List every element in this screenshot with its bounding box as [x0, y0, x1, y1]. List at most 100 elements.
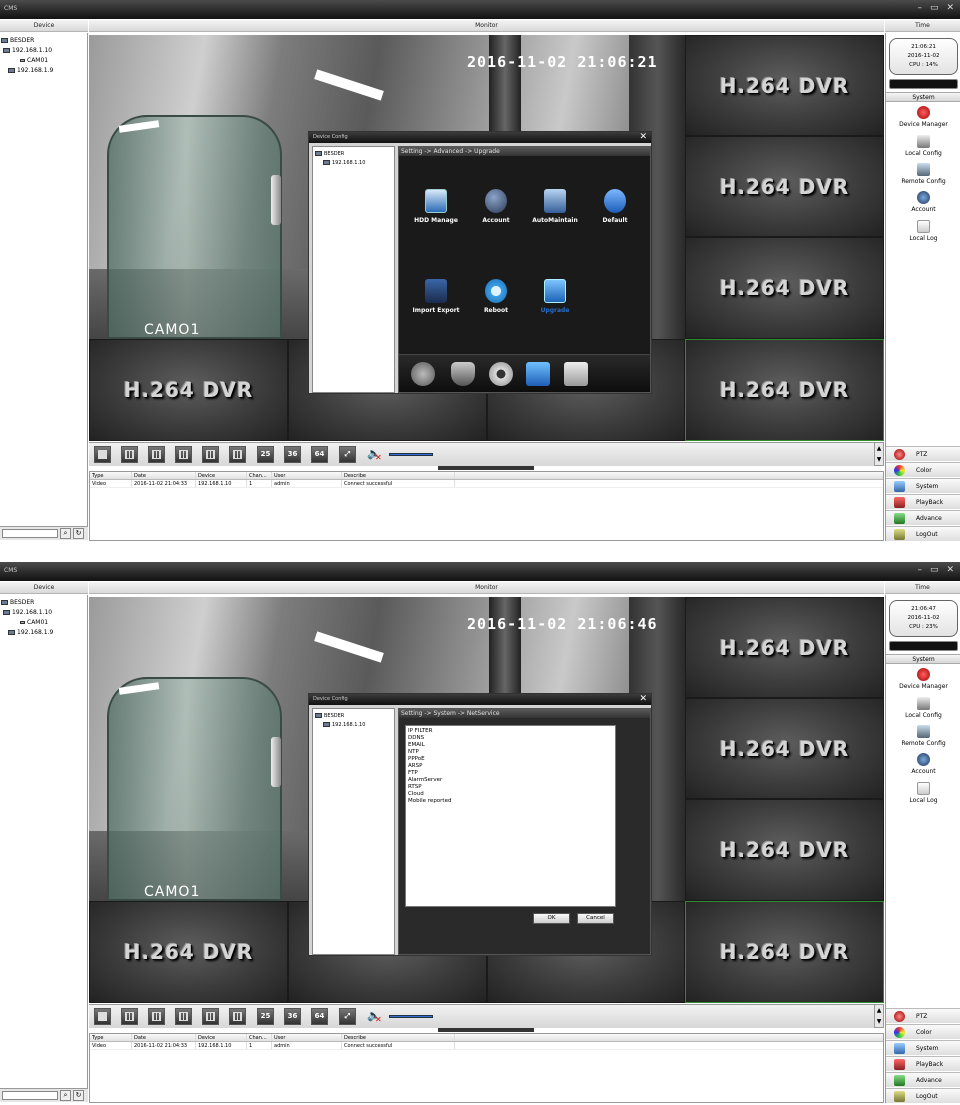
- search-icon[interactable]: ⌕: [60, 1090, 71, 1101]
- remote-config-button[interactable]: Remote Config: [886, 725, 960, 747]
- tree-item-dvr[interactable]: 192.168.1.10: [313, 720, 394, 729]
- local-config-button[interactable]: Local Config: [886, 135, 960, 157]
- dialog-close-button[interactable]: ✕: [639, 694, 647, 705]
- table-row[interactable]: Video 2016-11-02 21:04:33 192.168.1.10 1…: [90, 1042, 883, 1050]
- reboot-button[interactable]: Reboot: [466, 279, 526, 314]
- account-button[interactable]: Account: [886, 191, 960, 213]
- layout-36-button[interactable]: 36: [284, 1008, 301, 1025]
- gear-tab-icon[interactable]: [489, 362, 513, 386]
- layout-1-button[interactable]: [94, 446, 111, 463]
- layout-9-button[interactable]: [202, 446, 219, 463]
- account-button[interactable]: Account: [886, 753, 960, 775]
- record-tab-icon[interactable]: [411, 362, 435, 386]
- local-log-button[interactable]: Local Log: [886, 782, 960, 804]
- layout-64-button[interactable]: 64: [311, 446, 328, 463]
- layout-9-button[interactable]: [202, 1008, 219, 1025]
- list-item[interactable]: RTSP: [408, 784, 613, 791]
- logout-button[interactable]: LogOut: [886, 1088, 960, 1103]
- video-cell[interactable]: H.264 DVR: [89, 339, 288, 441]
- logout-button[interactable]: LogOut: [886, 526, 960, 541]
- advance-button[interactable]: Advance: [886, 1072, 960, 1087]
- list-item[interactable]: PPPoE: [408, 756, 613, 763]
- default-button[interactable]: Default: [585, 189, 645, 224]
- color-button[interactable]: Color: [886, 1024, 960, 1039]
- layout-25-button[interactable]: 25: [257, 1008, 274, 1025]
- hdd-manage-button[interactable]: HDD Manage: [406, 189, 466, 224]
- tree-item-dvr[interactable]: 192.168.1.10: [0, 607, 87, 617]
- video-cell[interactable]: H.264 DVR: [685, 799, 884, 901]
- ok-button[interactable]: OK: [533, 913, 570, 924]
- system-button[interactable]: System: [886, 478, 960, 493]
- layout-6-button[interactable]: [148, 1008, 165, 1025]
- layout-8-button[interactable]: [175, 1008, 192, 1025]
- local-log-button[interactable]: Local Log: [886, 220, 960, 242]
- search-icon[interactable]: ⌕: [60, 528, 71, 539]
- remote-config-button[interactable]: Remote Config: [886, 163, 960, 185]
- list-item[interactable]: DDNS: [408, 735, 613, 742]
- cancel-button[interactable]: Cancel: [577, 913, 614, 924]
- volume-slider[interactable]: [389, 453, 433, 456]
- video-cell[interactable]: H.264 DVR: [685, 136, 884, 237]
- panel-splitter[interactable]: [438, 1028, 534, 1032]
- layout-64-button[interactable]: 64: [311, 1008, 328, 1025]
- video-cell-selected[interactable]: H.264 DVR: [685, 901, 884, 1003]
- refresh-icon[interactable]: ↻: [73, 528, 84, 539]
- list-item[interactable]: FTP: [408, 770, 613, 777]
- close-button[interactable]: ✕: [946, 565, 954, 575]
- close-button[interactable]: ✕: [946, 3, 954, 13]
- netservice-list[interactable]: IP FILTER DDNS EMAIL NTP PPPoE ARSP FTP …: [405, 725, 616, 907]
- tree-item-besder[interactable]: BESDER: [313, 711, 394, 720]
- tree-item-camera[interactable]: CAM01: [0, 55, 87, 65]
- tree-item-dvr[interactable]: 192.168.1.9: [0, 65, 87, 75]
- tree-item-besder[interactable]: BESDER: [313, 149, 394, 158]
- layout-1-button[interactable]: [94, 1008, 111, 1025]
- tree-item-dvr[interactable]: 192.168.1.10: [0, 45, 87, 55]
- list-item[interactable]: Cloud: [408, 791, 613, 798]
- list-item[interactable]: EMAIL: [408, 742, 613, 749]
- minimize-button[interactable]: –: [917, 3, 922, 13]
- color-button[interactable]: Color: [886, 462, 960, 477]
- tree-item-besder[interactable]: BESDER: [0, 35, 87, 45]
- layout-4-button[interactable]: [121, 1008, 138, 1025]
- playback-button[interactable]: PlayBack: [886, 1056, 960, 1071]
- panel-splitter[interactable]: [438, 466, 534, 470]
- video-cell-selected[interactable]: H.264 DVR: [685, 339, 884, 441]
- alarm-tab-icon[interactable]: [451, 362, 475, 386]
- tree-search-input[interactable]: [2, 1091, 58, 1100]
- video-cell[interactable]: H.264 DVR: [685, 597, 884, 698]
- list-item[interactable]: IP FILTER: [408, 728, 613, 735]
- playback-button[interactable]: PlayBack: [886, 494, 960, 509]
- advanced-tab-icon[interactable]: [526, 362, 550, 386]
- video-cell[interactable]: H.264 DVR: [685, 698, 884, 799]
- tree-item-dvr[interactable]: 192.168.1.10: [313, 158, 394, 167]
- list-item[interactable]: ARSP: [408, 763, 613, 770]
- tree-search-input[interactable]: [2, 529, 58, 538]
- upgrade-button[interactable]: Upgrade: [525, 279, 585, 314]
- table-row[interactable]: Video 2016-11-02 21:04:33 192.168.1.10 1…: [90, 480, 883, 488]
- maximize-button[interactable]: ▭: [930, 565, 939, 575]
- video-cell[interactable]: H.264 DVR: [685, 35, 884, 136]
- layout-36-button[interactable]: 36: [284, 446, 301, 463]
- automaintain-button[interactable]: AutoMaintain: [525, 189, 585, 224]
- fullscreen-button[interactable]: ⤢: [339, 446, 356, 463]
- layout-6-button[interactable]: [148, 446, 165, 463]
- ptz-button[interactable]: PTZ: [886, 1008, 960, 1023]
- tree-item-camera[interactable]: CAM01: [0, 617, 87, 627]
- tree-item-dvr[interactable]: 192.168.1.9: [0, 627, 87, 637]
- toolbar-scroll[interactable]: ▲ ▼: [874, 442, 884, 466]
- local-config-button[interactable]: Local Config: [886, 697, 960, 719]
- minimize-button[interactable]: –: [917, 565, 922, 575]
- ptz-button[interactable]: PTZ: [886, 446, 960, 461]
- advance-button[interactable]: Advance: [886, 510, 960, 525]
- list-item[interactable]: NTP: [408, 749, 613, 756]
- fullscreen-button[interactable]: ⤢: [339, 1008, 356, 1025]
- video-cell[interactable]: H.264 DVR: [685, 237, 884, 339]
- account-button[interactable]: Account: [466, 189, 526, 224]
- info-tab-icon[interactable]: [564, 362, 588, 386]
- layout-25-button[interactable]: 25: [257, 446, 274, 463]
- device-manager-button[interactable]: Device Manager: [886, 668, 960, 690]
- video-cell[interactable]: H.264 DVR: [89, 901, 288, 1003]
- dialog-close-button[interactable]: ✕: [639, 132, 647, 143]
- volume-slider[interactable]: [389, 1015, 433, 1018]
- import-export-button[interactable]: Import Export: [406, 279, 466, 314]
